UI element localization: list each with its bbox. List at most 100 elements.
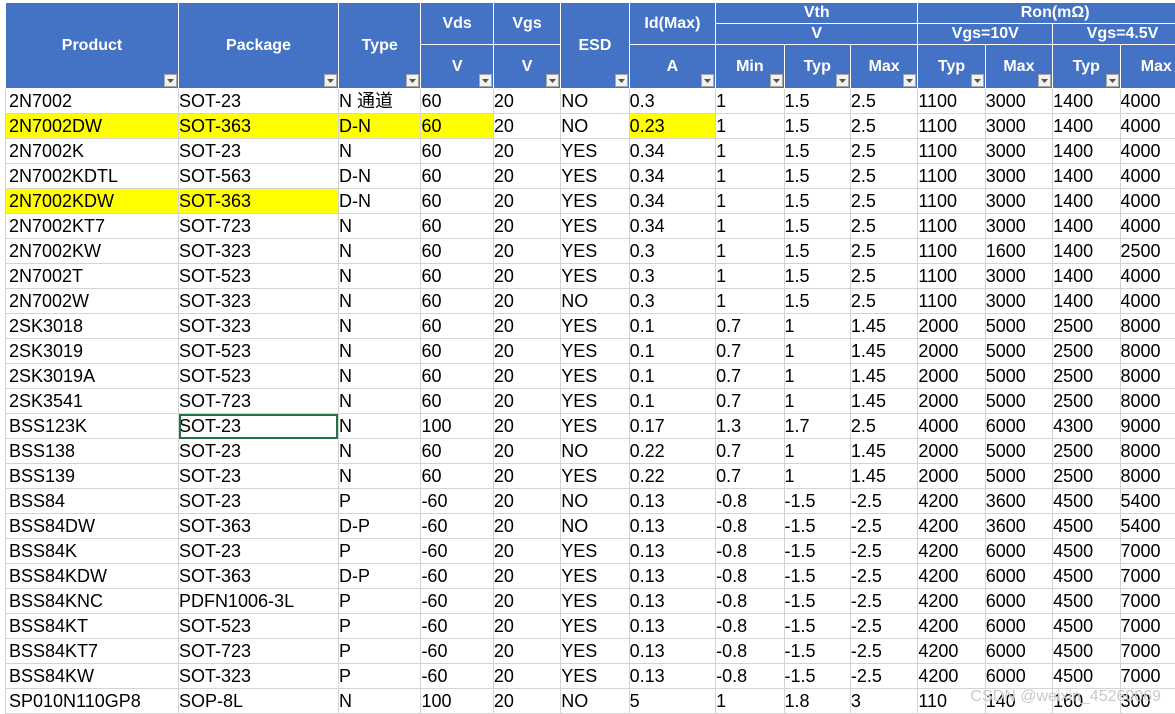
cell-vgs[interactable]: 20: [493, 189, 560, 214]
cell-id-max[interactable]: 0.34: [629, 139, 716, 164]
cell-package[interactable]: PDFN1006-3L: [179, 589, 339, 614]
cell-vds[interactable]: -60: [421, 589, 493, 614]
cell-vth-typ[interactable]: -1.5: [784, 614, 850, 639]
cell-vds[interactable]: 60: [421, 189, 493, 214]
cell-vth-typ[interactable]: 1: [784, 439, 850, 464]
cell-vth-typ[interactable]: 1.5: [784, 164, 850, 189]
cell-vth-typ[interactable]: 1: [784, 339, 850, 364]
cell-product[interactable]: BSS84KT7: [6, 639, 179, 664]
cell-vgs[interactable]: 20: [493, 239, 560, 264]
cell-vth-max[interactable]: 2.5: [850, 139, 917, 164]
cell-type[interactable]: P: [338, 489, 420, 514]
cell-type[interactable]: N: [338, 214, 420, 239]
cell-esd[interactable]: NO: [561, 89, 629, 114]
cell-vds[interactable]: -60: [421, 614, 493, 639]
cell-esd[interactable]: YES: [561, 589, 629, 614]
cell-vgs[interactable]: 20: [493, 439, 560, 464]
cell-id-max[interactable]: 0.22: [629, 464, 716, 489]
filter-dropdown-icon[interactable]: [479, 74, 492, 87]
cell-product[interactable]: 2N7002KDW: [6, 189, 179, 214]
cell-vgs[interactable]: 20: [493, 264, 560, 289]
filter-dropdown-icon[interactable]: [836, 74, 849, 87]
cell-vth-typ[interactable]: 1: [784, 389, 850, 414]
cell-vgs[interactable]: 20: [493, 164, 560, 189]
filter-dropdown-icon[interactable]: [324, 74, 337, 87]
cell-vth-min[interactable]: -0.8: [716, 539, 784, 564]
cell-type[interactable]: N: [338, 464, 420, 489]
cell-vth-typ[interactable]: -1.5: [784, 489, 850, 514]
cell-ron10-typ[interactable]: 2000: [918, 314, 985, 339]
cell-ron10-typ[interactable]: 2000: [918, 464, 985, 489]
cell-type[interactable]: P: [338, 589, 420, 614]
cell-vds[interactable]: 60: [421, 139, 493, 164]
cell-vgs[interactable]: 20: [493, 289, 560, 314]
cell-vth-max[interactable]: 2.5: [850, 264, 917, 289]
cell-ron10-max[interactable]: 5000: [985, 314, 1052, 339]
cell-vgs[interactable]: 20: [493, 639, 560, 664]
cell-esd[interactable]: YES: [561, 389, 629, 414]
cell-ron10-max[interactable]: 3000: [985, 214, 1052, 239]
cell-ron45-typ[interactable]: 1400: [1053, 164, 1120, 189]
cell-vgs[interactable]: 20: [493, 89, 560, 114]
cell-type[interactable]: N: [338, 389, 420, 414]
header-vth-typ[interactable]: Typ: [784, 45, 850, 89]
cell-ron10-max[interactable]: 3000: [985, 289, 1052, 314]
cell-ron10-max[interactable]: 6000: [985, 639, 1052, 664]
cell-id-max[interactable]: 0.1: [629, 364, 716, 389]
cell-package[interactable]: SOT-723: [179, 389, 339, 414]
cell-vth-max[interactable]: 2.5: [850, 89, 917, 114]
cell-id-max[interactable]: 0.13: [629, 664, 716, 689]
cell-ron45-max[interactable]: 4000: [1120, 114, 1175, 139]
cell-ron10-typ[interactable]: 1100: [918, 264, 985, 289]
cell-vgs[interactable]: 20: [493, 414, 560, 439]
cell-product[interactable]: BSS84K: [6, 539, 179, 564]
cell-vds[interactable]: 60: [421, 89, 493, 114]
cell-id-max[interactable]: 0.23: [629, 114, 716, 139]
cell-ron45-max[interactable]: 8000: [1120, 339, 1175, 364]
cell-ron45-typ[interactable]: 4500: [1053, 639, 1120, 664]
cell-vth-min[interactable]: 1: [716, 139, 784, 164]
cell-id-max[interactable]: 0.1: [629, 314, 716, 339]
cell-id-max[interactable]: 0.17: [629, 414, 716, 439]
cell-id-max[interactable]: 0.1: [629, 339, 716, 364]
cell-type[interactable]: D-N: [338, 164, 420, 189]
cell-vth-min[interactable]: -0.8: [716, 664, 784, 689]
cell-vth-max[interactable]: 1.45: [850, 364, 917, 389]
cell-ron45-max[interactable]: 5400: [1120, 489, 1175, 514]
cell-ron45-typ[interactable]: 2500: [1053, 464, 1120, 489]
cell-vth-min[interactable]: -0.8: [716, 564, 784, 589]
cell-vgs[interactable]: 20: [493, 614, 560, 639]
cell-vds[interactable]: 60: [421, 339, 493, 364]
cell-id-max[interactable]: 0.3: [629, 239, 716, 264]
cell-type[interactable]: N 通道: [338, 89, 420, 114]
cell-ron10-max[interactable]: 6000: [985, 564, 1052, 589]
cell-vgs[interactable]: 20: [493, 564, 560, 589]
cell-vth-max[interactable]: 2.5: [850, 189, 917, 214]
cell-ron45-max[interactable]: 7000: [1120, 589, 1175, 614]
cell-ron45-typ[interactable]: 2500: [1053, 439, 1120, 464]
cell-ron10-max[interactable]: 3600: [985, 514, 1052, 539]
cell-vgs[interactable]: 20: [493, 214, 560, 239]
cell-esd[interactable]: YES: [561, 164, 629, 189]
cell-id-max[interactable]: 0.34: [629, 189, 716, 214]
header-vth-min[interactable]: Min: [716, 45, 784, 89]
cell-ron45-max[interactable]: 2500: [1120, 239, 1175, 264]
cell-vth-typ[interactable]: 1.5: [784, 189, 850, 214]
cell-id-max[interactable]: 0.13: [629, 539, 716, 564]
cell-id-max[interactable]: 0.3: [629, 89, 716, 114]
cell-vth-max[interactable]: -2.5: [850, 564, 917, 589]
cell-type[interactable]: D-N: [338, 114, 420, 139]
cell-vth-typ[interactable]: 1.5: [784, 239, 850, 264]
cell-package[interactable]: SOT-23: [179, 89, 339, 114]
cell-type[interactable]: P: [338, 664, 420, 689]
cell-ron45-typ[interactable]: 4500: [1053, 514, 1120, 539]
cell-ron45-typ[interactable]: 1400: [1053, 264, 1120, 289]
cell-ron45-typ[interactable]: 4500: [1053, 539, 1120, 564]
cell-package[interactable]: SOT-23: [179, 414, 339, 439]
cell-product[interactable]: 2N7002KDTL: [6, 164, 179, 189]
cell-vth-max[interactable]: -2.5: [850, 664, 917, 689]
cell-esd[interactable]: YES: [561, 464, 629, 489]
header-esd[interactable]: ESD: [561, 3, 629, 89]
cell-id-max[interactable]: 0.22: [629, 439, 716, 464]
cell-ron10-typ[interactable]: 2000: [918, 389, 985, 414]
